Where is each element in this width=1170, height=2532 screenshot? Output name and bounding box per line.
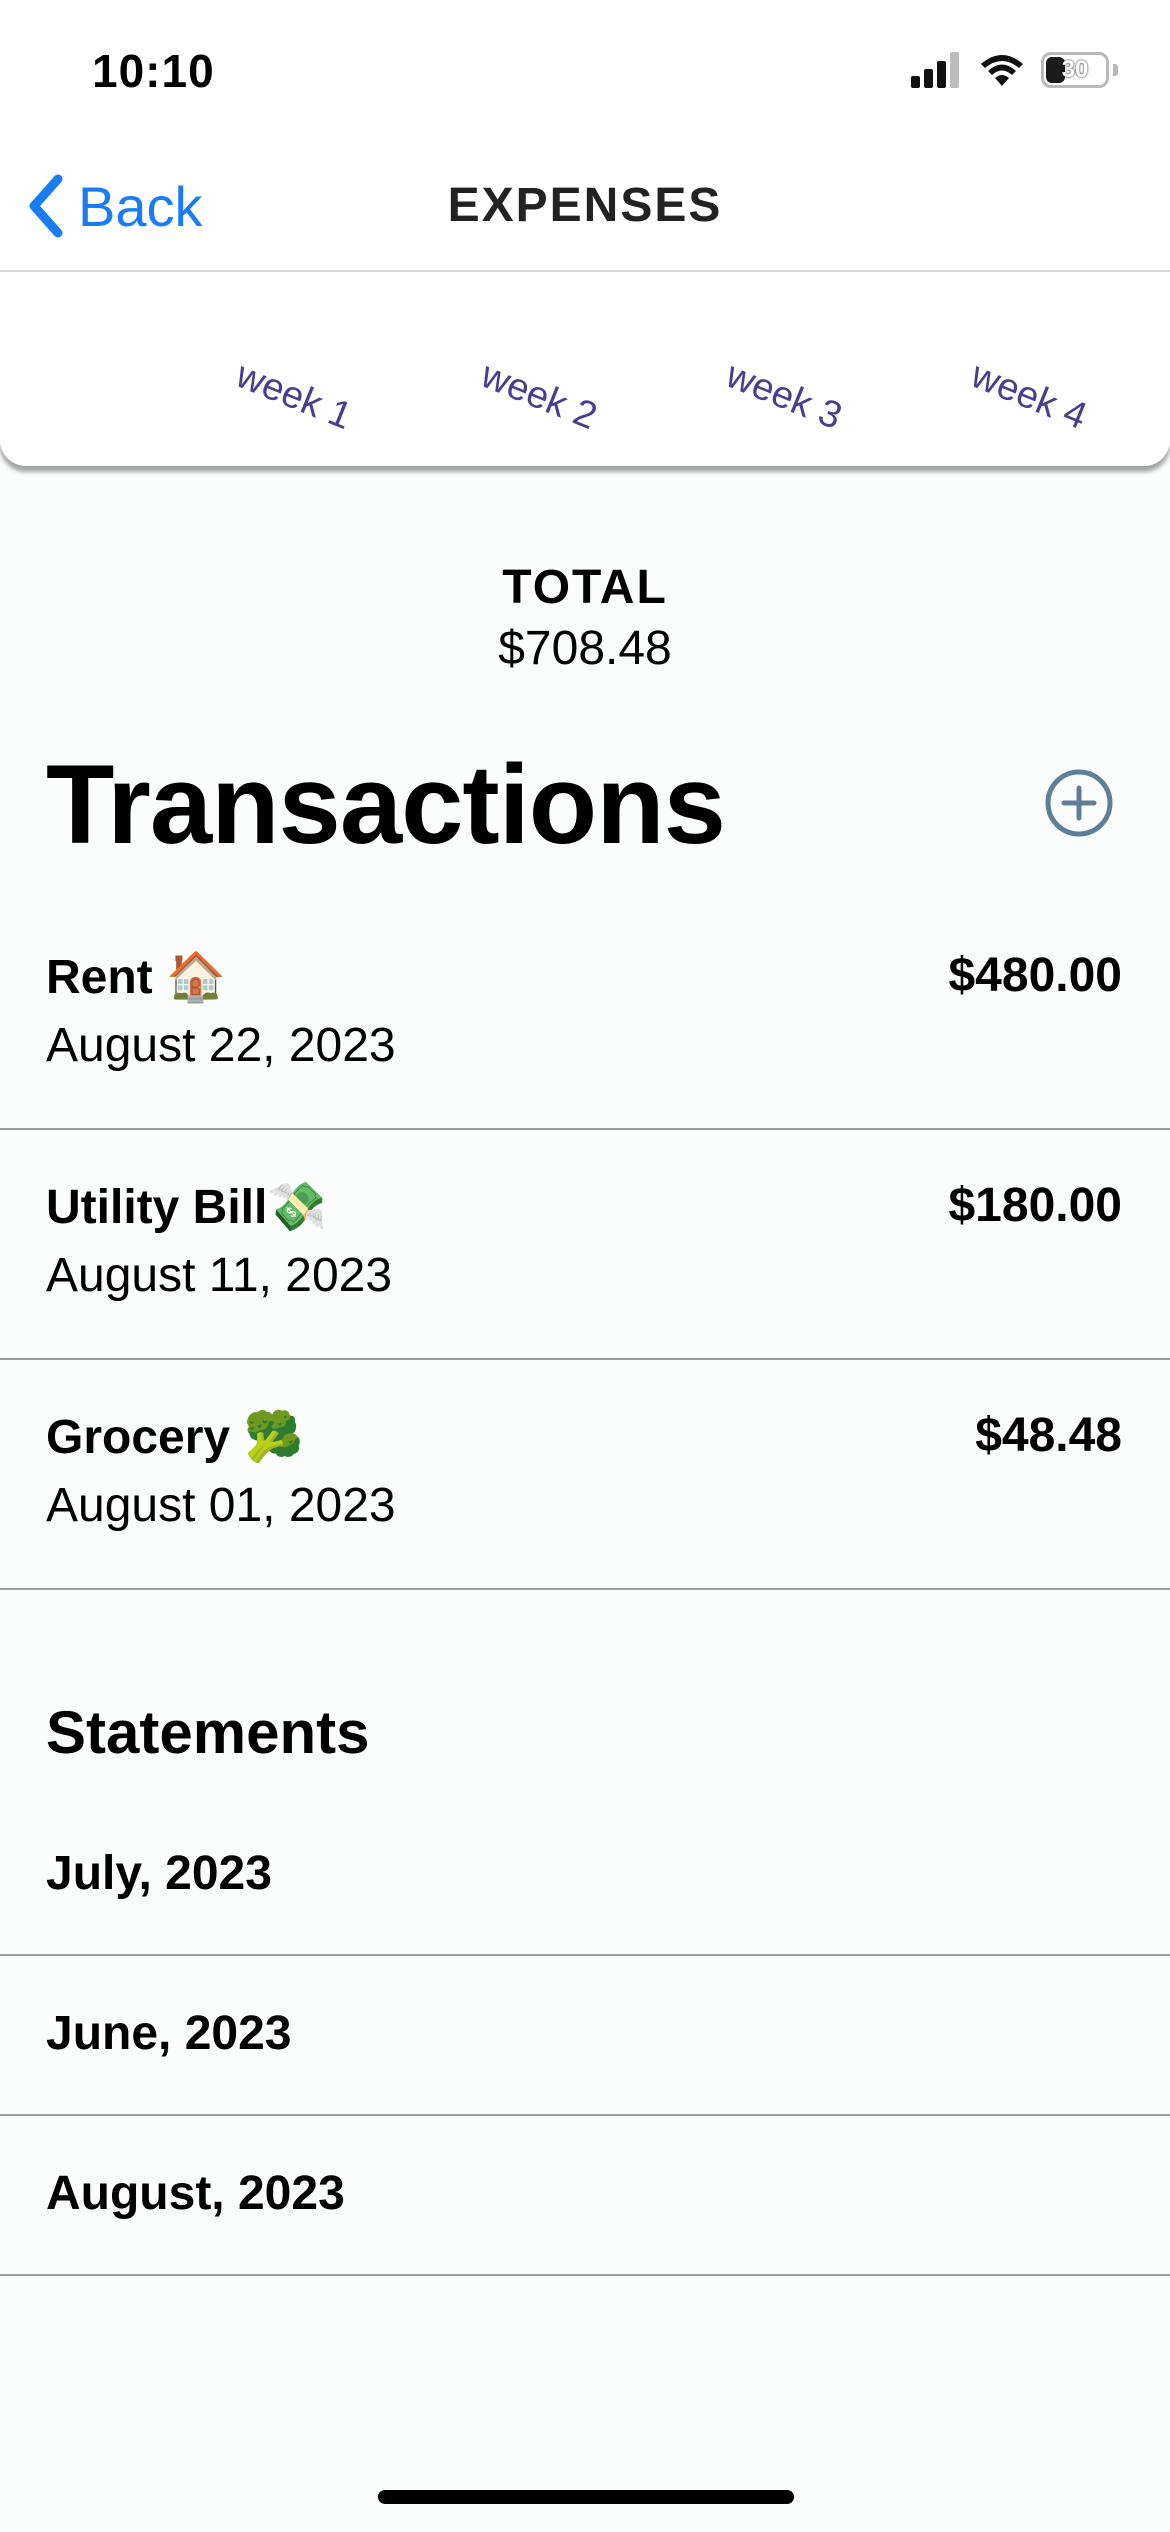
week-selector: week 1 week 2 week 3 week 4: [0, 272, 1170, 466]
statement-row[interactable]: August, 2023: [0, 2116, 1170, 2276]
transaction-name: Grocery 🥦: [46, 1411, 304, 1464]
transaction-date: August 01, 2023: [46, 1479, 396, 1532]
total-summary: TOTAL $708.48: [0, 560, 1170, 676]
transactions-list: Rent 🏠 August 22, 2023 $480.00 Utility B…: [0, 900, 1170, 1590]
statements-list: July, 2023 June, 2023 August, 2023: [0, 1796, 1170, 2276]
statement-label: August, 2023: [46, 2167, 345, 2220]
transaction-row[interactable]: Rent 🏠 August 22, 2023 $480.00: [0, 900, 1170, 1130]
transaction-name: Utility Bill💸: [46, 1181, 328, 1234]
total-value: $708.48: [498, 622, 672, 675]
transaction-name: Rent 🏠: [46, 951, 226, 1004]
transaction-amount: $180.00: [948, 1179, 1122, 1232]
status-time: 10:10: [92, 45, 215, 97]
statement-label: July, 2023: [46, 1847, 272, 1900]
statement-row[interactable]: June, 2023: [0, 1956, 1170, 2116]
status-icons: 30: [911, 52, 1118, 88]
transaction-amount: $48.48: [975, 1409, 1122, 1462]
week-tab-1[interactable]: week 1: [230, 354, 357, 439]
total-label: TOTAL: [502, 561, 668, 614]
week-tab-4[interactable]: week 4: [965, 354, 1092, 439]
wifi-icon: [981, 55, 1023, 86]
transaction-amount: $480.00: [948, 949, 1122, 1002]
navigation-bar: Back EXPENSES: [0, 150, 1170, 272]
transaction-date: August 11, 2023: [46, 1249, 393, 1302]
week-tab-2[interactable]: week 2: [475, 354, 602, 439]
add-transaction-button[interactable]: [1044, 768, 1114, 838]
status-bar: 10:10 30: [0, 0, 1170, 150]
battery-icon: 30: [1041, 52, 1109, 88]
statements-heading: Statements: [46, 1699, 370, 1766]
cellular-signal-icon: [911, 52, 959, 88]
home-indicator: [378, 2490, 794, 2504]
page-title: EXPENSES: [447, 179, 723, 232]
transaction-row[interactable]: Utility Bill💸 August 11, 2023 $180.00: [0, 1130, 1170, 1360]
transactions-heading: Transactions: [46, 742, 726, 867]
battery-percent: 30: [1061, 56, 1089, 83]
transaction-date: August 22, 2023: [46, 1019, 396, 1072]
transaction-row[interactable]: Grocery 🥦 August 01, 2023 $48.48: [0, 1360, 1170, 1590]
statement-label: June, 2023: [46, 2007, 292, 2060]
week-tab-3[interactable]: week 3: [720, 354, 847, 439]
battery-tip: [1113, 64, 1118, 76]
statement-row[interactable]: July, 2023: [0, 1796, 1170, 1956]
